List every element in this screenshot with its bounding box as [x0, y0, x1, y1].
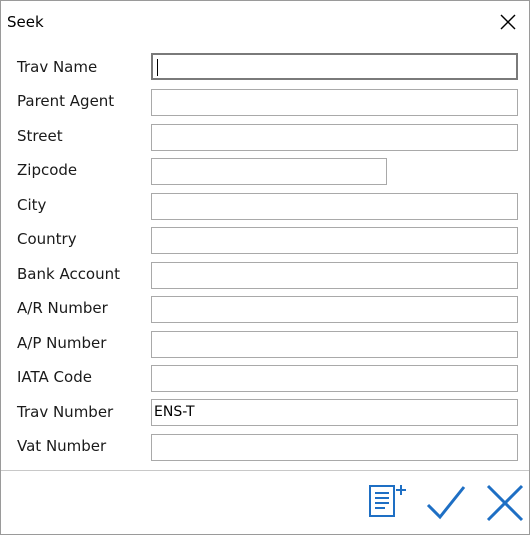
trav-number-value: ENS-T	[154, 404, 195, 420]
dialog-title: Seek	[7, 13, 44, 31]
ar-number-input[interactable]	[151, 296, 518, 323]
city-label: City	[17, 196, 47, 214]
country-input[interactable]	[151, 227, 518, 254]
vat-number-label: Vat Number	[17, 437, 107, 455]
vat-number-input[interactable]	[151, 434, 518, 461]
ap-number-input[interactable]	[151, 331, 518, 358]
seek-dialog: Seek Trav Name Parent Agent Street Zipco…	[0, 0, 530, 535]
trav-number-input[interactable]: ENS-T	[151, 399, 518, 426]
street-input[interactable]	[151, 124, 518, 151]
bank-account-label: Bank Account	[17, 265, 121, 283]
cancel-icon[interactable]	[485, 483, 525, 523]
parent-agent-input[interactable]	[151, 89, 518, 116]
street-label: Street	[17, 127, 63, 145]
footer-toolbar	[1, 471, 529, 534]
add-list-icon[interactable]	[367, 483, 411, 519]
iata-code-input[interactable]	[151, 365, 518, 392]
close-icon[interactable]	[498, 12, 518, 32]
title-bar: Seek	[1, 1, 529, 41]
ar-number-label: A/R Number	[17, 299, 108, 317]
zipcode-input[interactable]	[151, 158, 387, 185]
trav-name-input[interactable]	[151, 53, 518, 80]
trav-name-label: Trav Name	[17, 58, 98, 76]
iata-code-label: IATA Code	[17, 368, 92, 386]
text-caret	[157, 59, 158, 76]
parent-agent-label: Parent Agent	[17, 92, 115, 110]
city-input[interactable]	[151, 193, 518, 220]
trav-number-label: Trav Number	[17, 403, 114, 421]
country-label: Country	[17, 230, 77, 248]
bank-account-input[interactable]	[151, 262, 518, 289]
zipcode-label: Zipcode	[17, 161, 78, 179]
checkmark-icon[interactable]	[425, 483, 467, 523]
ap-number-label: A/P Number	[17, 334, 107, 352]
